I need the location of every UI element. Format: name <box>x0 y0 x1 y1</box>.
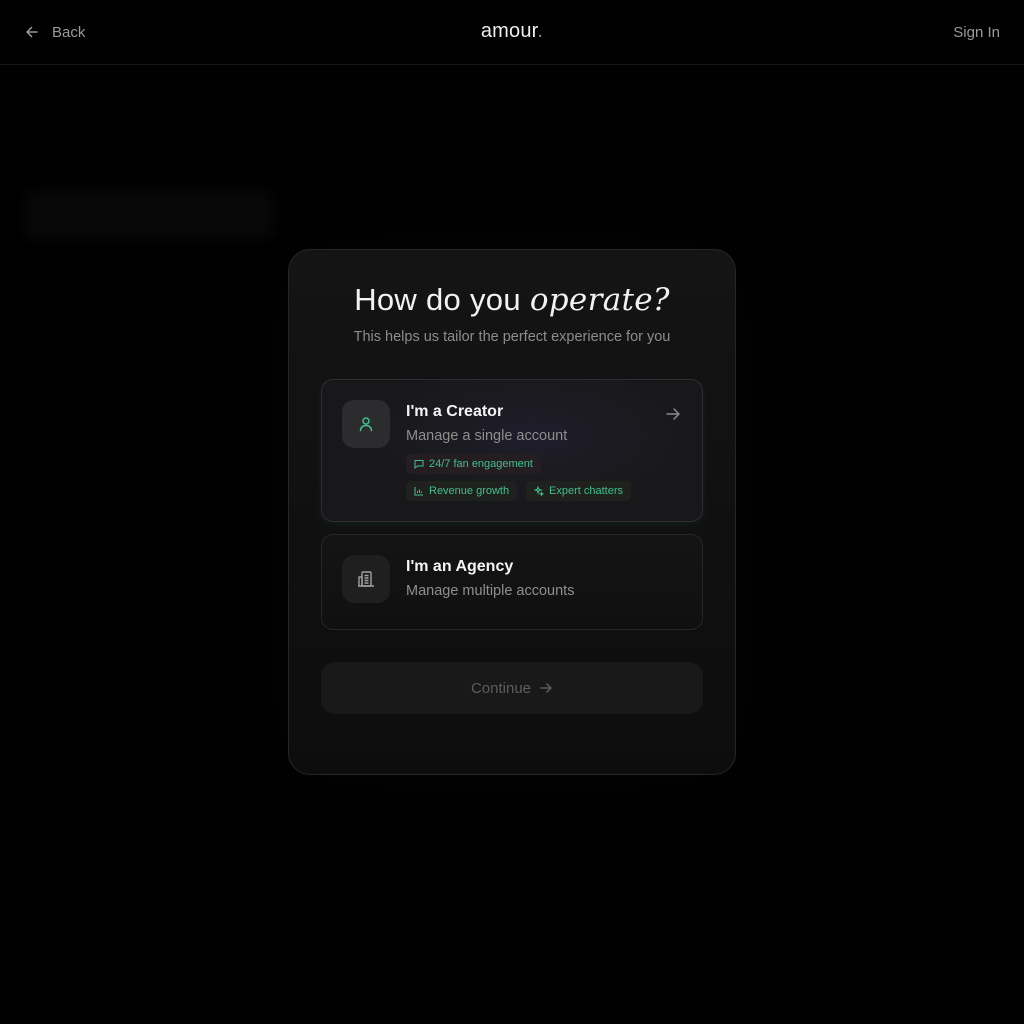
creator-icon-box <box>342 400 390 448</box>
sparkle-icon <box>534 486 544 496</box>
building-icon <box>358 571 374 587</box>
brand-name: amour <box>480 20 538 42</box>
message-icon <box>414 460 424 469</box>
user-icon <box>359 417 373 432</box>
tag-revenue-growth: Revenue growth <box>406 481 518 501</box>
continue-button[interactable]: Continue <box>321 662 703 714</box>
creator-option[interactable]: I'm a Creator Manage a single account 24… <box>321 379 703 522</box>
page-subtitle: This helps us tailor the perfect experie… <box>353 329 671 345</box>
agency-description: Manage multiple accounts <box>406 583 575 599</box>
back-label: Back <box>52 23 86 41</box>
onboarding-card: How do you operate? This helps us tailor… <box>288 249 736 775</box>
arrow-right-icon <box>540 683 552 693</box>
title-italic: operate? <box>529 282 670 318</box>
sign-in-link[interactable]: Sign In <box>953 24 1000 41</box>
tag-fan-engagement: 24/7 fan engagement <box>406 454 541 474</box>
creator-description: Manage a single account <box>406 428 568 444</box>
back-button[interactable]: Back <box>24 24 85 41</box>
agency-option[interactable]: I'm an Agency Manage multiple accounts <box>321 534 703 630</box>
tag-label: Revenue growth <box>429 485 510 497</box>
creator-title: I'm a Creator <box>406 403 504 420</box>
tag-label: Expert chatters <box>549 485 623 497</box>
tag-expert-chatters: Expert chatters <box>526 481 631 501</box>
agency-title: I'm an Agency <box>406 558 514 575</box>
tag-label: 24/7 fan engagement <box>429 458 533 470</box>
arrow-left-icon <box>26 26 38 38</box>
page-title: How do you operate? <box>289 282 735 318</box>
bar-chart-icon <box>414 487 423 496</box>
brand-logo: amour. <box>0 20 1024 43</box>
agency-icon-box <box>342 555 390 603</box>
top-bar: Back amour. Sign In <box>0 0 1024 65</box>
background-blur <box>24 190 274 240</box>
arrow-right-icon <box>666 408 680 420</box>
title-plain: How do you <box>354 282 521 317</box>
continue-label: Continue <box>470 679 532 697</box>
brand-dot: . <box>537 20 544 42</box>
